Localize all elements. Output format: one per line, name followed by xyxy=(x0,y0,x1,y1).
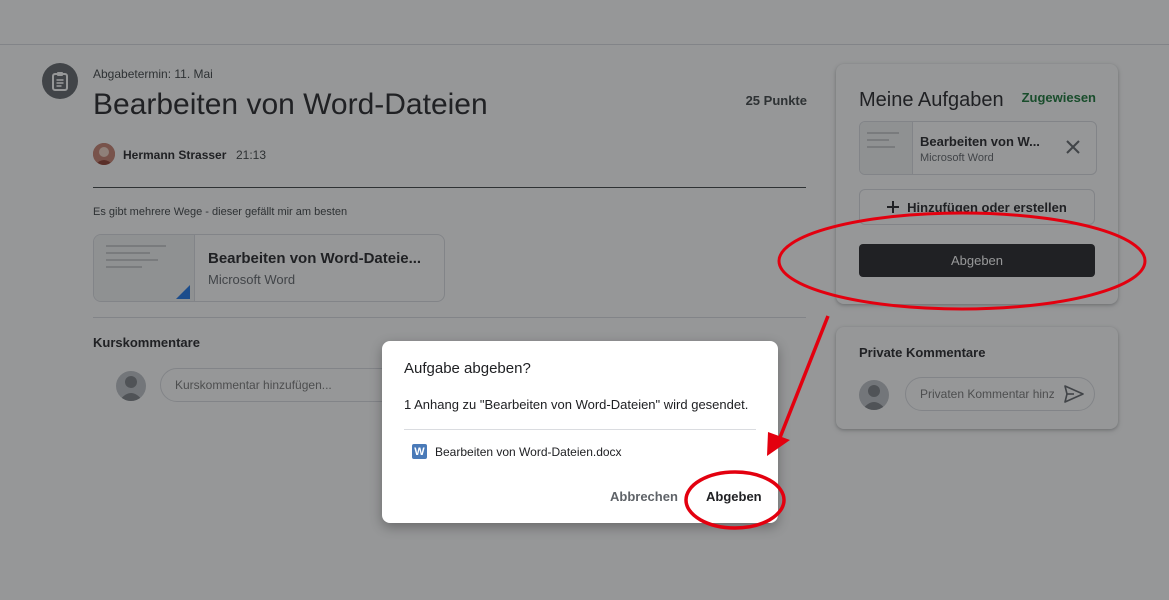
dialog-message: 1 Anhang zu "Bearbeiten von Word-Dateien… xyxy=(404,397,749,412)
turn-in-dialog: Aufgabe abgeben? 1 Anhang zu "Bearbeiten… xyxy=(382,341,778,523)
confirm-turn-in-button[interactable]: Abgeben xyxy=(700,485,768,508)
word-file-icon: W xyxy=(412,444,427,459)
cancel-button[interactable]: Abbrechen xyxy=(604,485,684,508)
divider xyxy=(404,429,756,430)
dialog-file-item: W Bearbeiten von Word-Dateien.docx xyxy=(412,444,622,459)
dialog-file-name: Bearbeiten von Word-Dateien.docx xyxy=(435,444,622,459)
dialog-title: Aufgabe abgeben? xyxy=(404,360,531,377)
